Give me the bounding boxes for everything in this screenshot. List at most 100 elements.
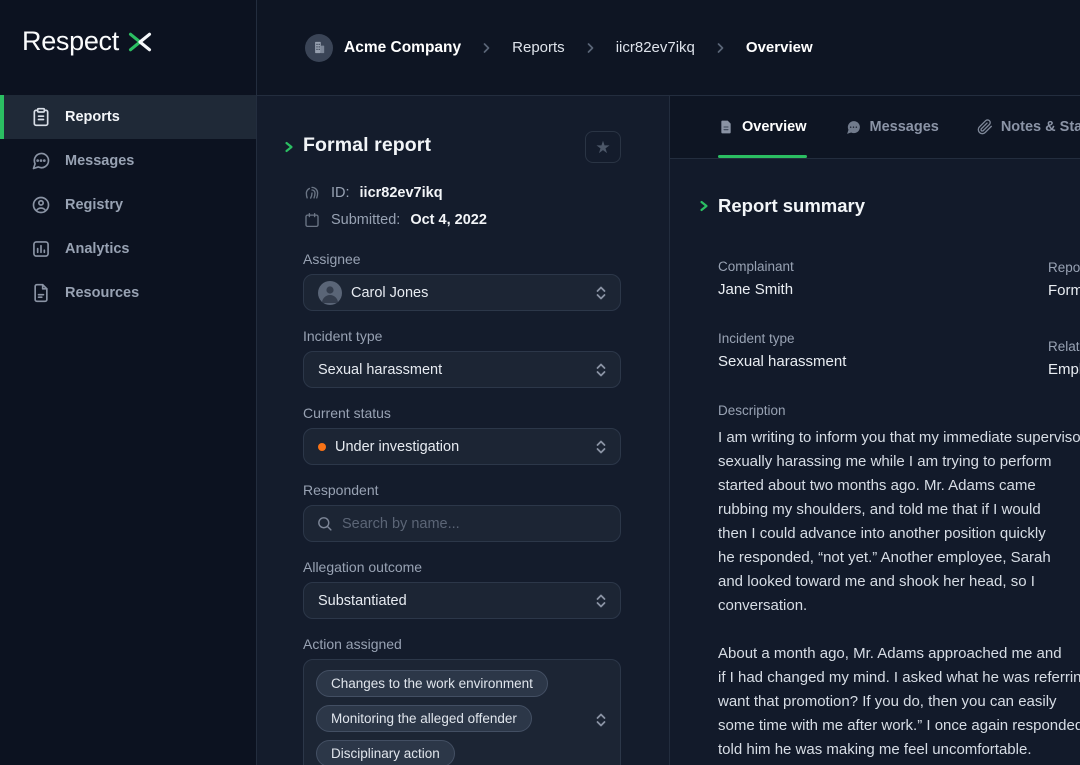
logo-x-mark-icon — [127, 31, 153, 53]
action-tag[interactable]: Disciplinary action — [316, 740, 455, 765]
allegation-outcome-value: Substantiated — [318, 593, 407, 609]
id-label: ID: — [331, 185, 350, 201]
description-text: I am writing to inform you that my immed… — [718, 426, 1080, 762]
current-status-field: Current status Under investigation — [303, 405, 621, 465]
assignee-field: Assignee Carol Jones — [303, 251, 621, 311]
report-meta: ID: iicr82ev7ikq Submitted: Oct 4, 2022 — [303, 184, 621, 229]
section-title: Report summary — [718, 195, 865, 216]
sidebar-item-label: Resources — [65, 285, 139, 301]
incident-type-label: Incident type — [303, 328, 621, 344]
breadcrumb-item-report-id[interactable]: iicr82ev7ikq — [616, 39, 695, 56]
breadcrumb-company-name: Acme Company — [344, 39, 461, 57]
action-tag[interactable]: Changes to the work environment — [316, 670, 548, 697]
incident-type-field: Incident type Sexual harassment — [303, 328, 621, 388]
report-details-panel: Formal report ID: iicr82ev7ikq — [257, 96, 670, 765]
description-line: sexually harassing me while I am trying … — [718, 450, 1080, 474]
select-caret-icon — [594, 439, 608, 455]
submitted-value: Oct 4, 2022 — [410, 212, 487, 228]
sidebar-item-reports[interactable]: Reports — [0, 95, 256, 139]
sidebar-item-label: Reports — [65, 109, 120, 125]
incident-type-value: Sexual harassment — [318, 362, 442, 378]
chat-bubble-icon — [31, 151, 51, 171]
relationship-label: Relationship — [1048, 339, 1080, 354]
description-field: Description I am writing to inform you t… — [718, 403, 1080, 762]
action-tag[interactable]: Monitoring the alleged offender — [316, 705, 532, 732]
collapse-chevron-icon[interactable] — [698, 199, 710, 213]
fingerprint-icon — [303, 184, 321, 202]
respondent-search — [303, 505, 621, 542]
allegation-outcome-field: Allegation outcome Substantiated — [303, 559, 621, 619]
breadcrumb-company[interactable]: Acme Company — [305, 34, 461, 62]
description-line: some time with me after work.” I once ag… — [718, 714, 1080, 738]
action-assigned-label: Action assigned — [303, 636, 621, 652]
breadcrumb-item-overview[interactable]: Overview — [746, 39, 813, 56]
chat-bubble-icon — [845, 119, 862, 136]
sidebar-item-resources[interactable]: Resources — [0, 271, 256, 315]
submitted-row: Submitted: Oct 4, 2022 — [303, 211, 621, 229]
relationship-value: Employee — [1048, 361, 1080, 378]
id-value: iicr82ev7ikq — [360, 185, 443, 201]
star-icon — [595, 139, 610, 156]
complainant-value: Jane Smith — [718, 281, 1018, 298]
sidebar-item-messages[interactable]: Messages — [0, 139, 256, 183]
description-line: want that promotion? If you do, then you… — [718, 690, 1080, 714]
submitted-label: Submitted: — [331, 212, 400, 228]
person-circle-icon — [31, 195, 51, 215]
description-line: About a month ago, Mr. Adams approached … — [718, 642, 1080, 666]
complainant-field: Complainant Jane Smith — [718, 259, 1018, 298]
company-avatar — [305, 34, 333, 62]
description-line: told him he was making me feel uncomfort… — [718, 738, 1080, 762]
complainant-label: Complainant — [718, 259, 1018, 274]
description-line: he responded, “not yet.” Another employe… — [718, 546, 1080, 570]
breadcrumb-item-reports[interactable]: Reports — [512, 39, 565, 56]
action-assigned-field: Action assigned Changes to the work envi… — [303, 636, 621, 765]
search-icon — [316, 515, 333, 532]
detail-tabs: Overview Messages Notes & Statements — [670, 96, 1080, 159]
tab-messages[interactable]: Messages — [845, 96, 939, 158]
tab-overview[interactable]: Overview — [718, 96, 807, 158]
calendar-icon — [303, 211, 321, 229]
description-line: if I had changed my mind. I asked what h… — [718, 666, 1080, 690]
chevron-right-icon — [716, 42, 725, 54]
assignee-select[interactable]: Carol Jones — [303, 274, 621, 311]
select-caret-icon — [594, 712, 608, 728]
chevron-right-icon — [586, 42, 595, 54]
incident-type-value: Sexual harassment — [718, 353, 1018, 370]
description-line: conversation. — [718, 594, 1080, 618]
sidebar: Respect Reports M — [0, 0, 257, 765]
app-logo[interactable]: Respect — [0, 0, 256, 57]
action-assigned-multiselect[interactable]: Changes to the work environment Monitori… — [303, 659, 621, 765]
report-overview-panel: Overview Messages Notes & Statements Rep… — [670, 96, 1080, 765]
incident-type-select[interactable]: Sexual harassment — [303, 351, 621, 388]
report-summary-section: Report summary Complainant Jane Smith Re… — [670, 159, 1080, 762]
bar-chart-icon — [31, 239, 51, 259]
select-caret-icon — [594, 285, 608, 301]
status-dot — [318, 443, 326, 451]
allegation-outcome-label: Allegation outcome — [303, 559, 621, 575]
description-line: then I could advance into another positi… — [718, 522, 1080, 546]
tab-label: Overview — [742, 119, 807, 135]
allegation-outcome-select[interactable]: Substantiated — [303, 582, 621, 619]
description-line: I am writing to inform you that my immed… — [718, 426, 1080, 450]
select-caret-icon — [594, 362, 608, 378]
sidebar-item-registry[interactable]: Registry — [0, 183, 256, 227]
report-title: Formal report — [303, 134, 431, 156]
tab-notes-statements[interactable]: Notes & Statements — [977, 96, 1080, 158]
report-type-field: Report type Formal — [1048, 260, 1080, 299]
file-icon — [718, 119, 734, 135]
respondent-label: Respondent — [303, 482, 621, 498]
sidebar-nav: Reports Messages Registry — [0, 95, 256, 315]
description-line: and looked toward me and shook her head,… — [718, 570, 1080, 594]
description-label: Description — [718, 403, 1080, 418]
report-type-value: Formal — [1048, 282, 1080, 299]
document-icon — [31, 283, 51, 303]
report-id-row: ID: iicr82ev7ikq — [303, 184, 621, 202]
building-icon — [312, 40, 327, 55]
favorite-button[interactable] — [585, 131, 621, 163]
sidebar-item-analytics[interactable]: Analytics — [0, 227, 256, 271]
sidebar-item-label: Registry — [65, 197, 123, 213]
respondent-search-input[interactable] — [342, 516, 608, 532]
current-status-select[interactable]: Under investigation — [303, 428, 621, 465]
collapse-chevron-icon[interactable] — [283, 140, 295, 154]
app-logo-text: Respect — [22, 26, 119, 57]
